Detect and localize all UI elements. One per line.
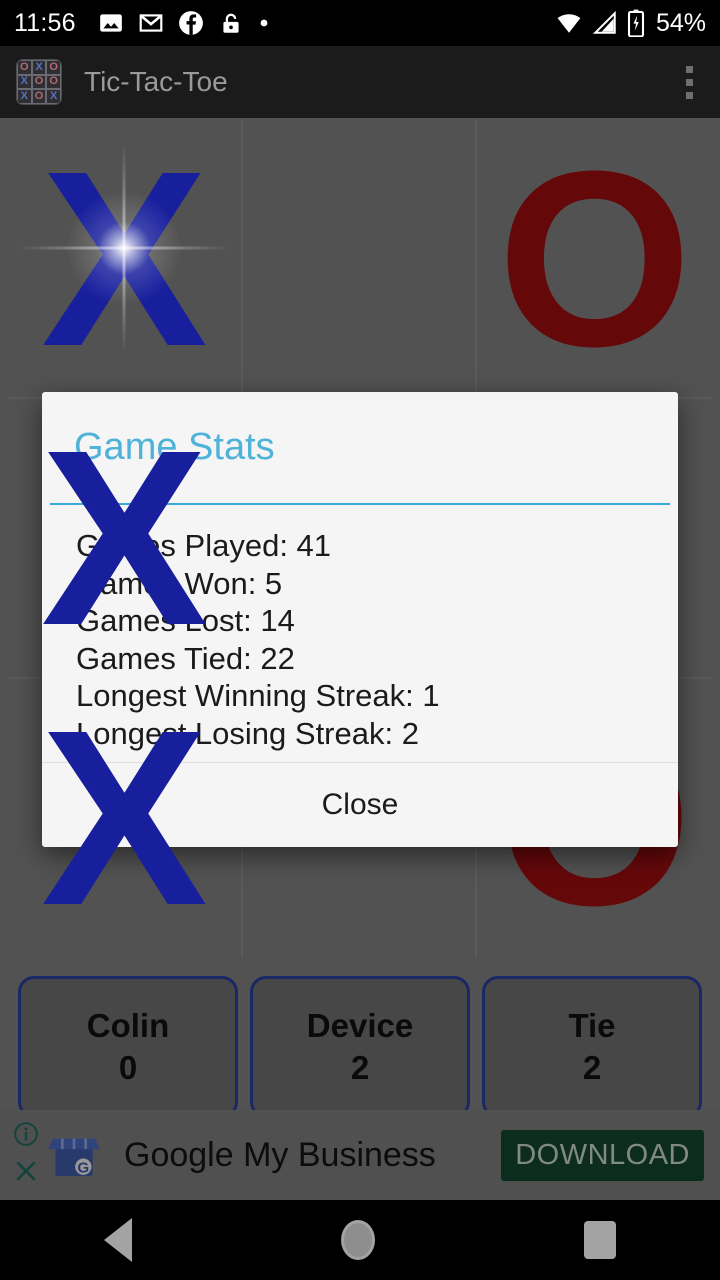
board-cell-3[interactable]: X bbox=[8, 399, 243, 679]
home-icon[interactable] bbox=[340, 1220, 375, 1260]
navigation-bar bbox=[0, 1200, 720, 1280]
wifi-icon bbox=[554, 10, 584, 36]
score-box-player[interactable]: Colin 0 bbox=[18, 976, 238, 1118]
app-icon-cell: X bbox=[31, 60, 47, 75]
status-time: 11:56 bbox=[14, 8, 76, 37]
cell-mark: X bbox=[40, 399, 208, 677]
score-value: 2 bbox=[350, 1049, 370, 1086]
status-bar: 11:56 54% bbox=[0, 0, 720, 46]
gmail-icon bbox=[138, 10, 164, 36]
ad-banner[interactable]: G Google My Business DOWNLOAD bbox=[0, 1110, 720, 1200]
status-notification-icons bbox=[98, 10, 270, 36]
ad-close-icon[interactable] bbox=[13, 1158, 39, 1189]
status-system-icons: 54% bbox=[554, 9, 706, 38]
svg-text:G: G bbox=[77, 1160, 89, 1177]
app-bar: O X O X O O X O X Tic-Tac-Toe bbox=[0, 46, 720, 118]
app-icon-cell: X bbox=[17, 74, 32, 90]
photo-icon bbox=[98, 10, 124, 36]
app-icon-cell: X bbox=[46, 89, 61, 104]
overflow-menu-icon[interactable] bbox=[674, 57, 704, 107]
app-icon-cell: O bbox=[46, 74, 61, 90]
google-my-business-icon: G bbox=[46, 1127, 102, 1183]
back-icon[interactable] bbox=[104, 1218, 133, 1262]
app-icon-cell: O bbox=[46, 60, 61, 75]
score-value: 2 bbox=[582, 1049, 602, 1086]
board-cell-1[interactable] bbox=[242, 120, 478, 400]
score-name: Device bbox=[306, 1007, 414, 1044]
dot-icon bbox=[258, 17, 270, 29]
score-box-device[interactable]: Device 2 bbox=[250, 976, 470, 1118]
cell-mark: X bbox=[40, 120, 208, 398]
ad-info-icon[interactable] bbox=[13, 1121, 39, 1152]
recents-icon[interactable] bbox=[583, 1221, 616, 1259]
app-title: Tic-Tac-Toe bbox=[84, 66, 228, 97]
close-button[interactable]: Close bbox=[322, 788, 399, 822]
score-name: Tie bbox=[568, 1007, 616, 1044]
board-cell-0[interactable]: X bbox=[8, 120, 243, 400]
app-icon-cell: O bbox=[31, 89, 47, 104]
battery-percent-label: 54% bbox=[655, 8, 706, 37]
cellular-signal-icon bbox=[592, 10, 618, 36]
score-name: Colin bbox=[86, 1007, 170, 1044]
ad-download-button[interactable]: DOWNLOAD bbox=[501, 1129, 704, 1181]
unlocked-padlock-icon bbox=[218, 10, 244, 36]
app-icon-cell: O bbox=[17, 60, 32, 75]
score-box-tie[interactable]: Tie 2 bbox=[482, 976, 702, 1118]
battery-charging-icon bbox=[626, 9, 646, 37]
cell-mark: O bbox=[497, 120, 692, 398]
score-row: Colin 0 Device 2 Tie 2 bbox=[0, 976, 720, 1118]
facebook-icon bbox=[178, 10, 204, 36]
ad-controls bbox=[8, 1121, 44, 1189]
board-cell-6[interactable]: X bbox=[8, 678, 243, 958]
tic-tac-toe-app-icon: O X O X O O X O X bbox=[16, 59, 62, 105]
app-icon-cell: X bbox=[17, 89, 32, 104]
cell-mark: X bbox=[40, 678, 208, 958]
board-cell-2[interactable]: O bbox=[477, 120, 712, 400]
score-value: 0 bbox=[118, 1049, 138, 1086]
ad-title: Google My Business bbox=[124, 1135, 436, 1174]
app-icon-cell: O bbox=[31, 74, 47, 90]
